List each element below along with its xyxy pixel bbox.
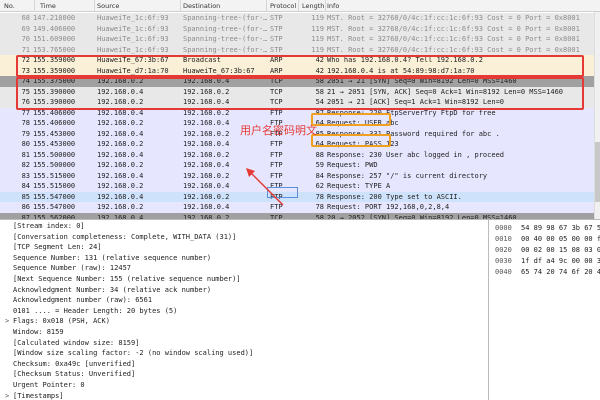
detail-line[interactable]: Sequence Number (raw): 12457 <box>0 263 488 274</box>
hex-offset: 0030 <box>495 257 512 265</box>
detail-line[interactable]: 0101 .... = Header Length: 20 bytes (5) <box>0 306 488 317</box>
detail-text: Sequence Number (raw): 12457 <box>13 264 132 273</box>
detail-line[interactable]: [Conversation completeness: Complete, WI… <box>0 232 488 243</box>
hex-offset: 0020 <box>495 246 512 254</box>
detail-text: [Stream index: 0] <box>13 222 85 230</box>
detail-text: Acknowledgment Number: 34 (relative ack … <box>13 285 212 294</box>
hex-line: 0020 00 02 00 15 08 03 00 <box>489 245 600 256</box>
hex-line: 0040 65 74 20 74 6f 20 41 <box>489 267 600 278</box>
detail-text: 0101 .... = Header Length: 20 bytes (5) <box>13 306 178 315</box>
detail-text: [TCP Segment Len: 24] <box>13 243 102 252</box>
detail-line[interactable]: [Stream index: 0] <box>0 221 488 232</box>
packet-bytes-pane[interactable]: 0000 54 89 98 67 3b 67 54 0010 00 40 00 05 … <box>488 219 600 400</box>
hex-offset: 0000 <box>495 224 512 232</box>
detail-line[interactable]: > [Timestamps] <box>0 391 488 400</box>
detail-line[interactable]: Checksum: 0xa49c [unverified] <box>0 359 488 370</box>
detail-line[interactable]: [TCP Segment Len: 24] <box>0 242 488 253</box>
hex-line: 0000 54 89 98 67 3b 67 54 <box>489 223 600 234</box>
detail-text: [Timestamps] <box>13 391 64 400</box>
hex-bytes[interactable]: 00 02 00 15 08 03 00 <box>521 245 600 256</box>
detail-text: [Window size scaling factor: -2 (no wind… <box>13 349 254 358</box>
annotation-arrow-icon <box>246 168 284 206</box>
hex-bytes[interactable]: 65 74 20 74 6f 20 41 <box>521 267 600 278</box>
detail-text: Sequence Number: 131 (relative sequence … <box>13 253 212 262</box>
detail-line[interactable]: Sequence Number: 131 (relative sequence … <box>0 253 488 264</box>
packet-details-pane[interactable]: [Stream index: 0] [Conversation completen… <box>0 219 488 400</box>
detail-line[interactable]: Window: 8159 <box>0 327 488 338</box>
detail-line[interactable]: Urgent Pointer: 0 <box>0 380 488 391</box>
detail-line[interactable]: Acknowledgment Number: 34 (relative ack … <box>0 285 488 296</box>
expand-arrow-icon[interactable]: > <box>5 391 9 400</box>
detail-text: Acknowledgment number (raw): 6561 <box>13 296 153 305</box>
detail-line[interactable]: Acknowledgment number (raw): 6561 <box>0 295 488 306</box>
detail-text: Window: 8159 <box>13 328 64 336</box>
hex-bytes[interactable]: 00 40 00 05 00 00 f4 <box>521 234 600 245</box>
detail-text: Flags: 0x018 (PSH, ACK) <box>13 317 110 326</box>
hex-line: 0010 00 40 00 05 00 00 f4 <box>489 234 600 245</box>
detail-text: [Next Sequence Number: 155 (relative seq… <box>13 275 241 283</box>
hex-bytes[interactable]: 54 89 98 67 3b 67 54 <box>521 223 600 234</box>
detail-text: [Calculated window size: 8159] <box>13 338 140 347</box>
scrollbar-thumb[interactable] <box>595 142 600 202</box>
expand-arrow-icon[interactable]: > <box>5 316 9 327</box>
detail-text: [Conversation completeness: Complete, WI… <box>13 232 237 241</box>
hex-line: 0030 1f df a4 9c 00 00 32 <box>489 256 600 267</box>
detail-line[interactable]: > Flags: 0x018 (PSH, ACK) <box>0 316 488 327</box>
detail-text: Urgent Pointer: 0 <box>13 381 85 389</box>
hex-offset: 0040 <box>495 268 512 276</box>
detail-line[interactable]: [Calculated window size: 8159] <box>0 338 488 349</box>
hex-offset: 0010 <box>495 235 512 243</box>
detail-text: [Checksum Status: Unverified] <box>13 370 136 379</box>
detail-line[interactable]: [Next Sequence Number: 155 (relative seq… <box>0 274 488 285</box>
detail-line[interactable]: [Checksum Status: Unverified] <box>0 369 488 380</box>
hex-bytes[interactable]: 1f df a4 9c 00 00 32 <box>521 256 600 267</box>
packet-list-scrollbar[interactable] <box>594 12 600 219</box>
packet-list[interactable]: No. Time Source Destination Protocol Len… <box>0 0 600 219</box>
detail-text: Checksum: 0xa49c [unverified] <box>13 359 136 368</box>
detail-line[interactable]: [Window size scaling factor: -2 (no wind… <box>0 348 488 359</box>
